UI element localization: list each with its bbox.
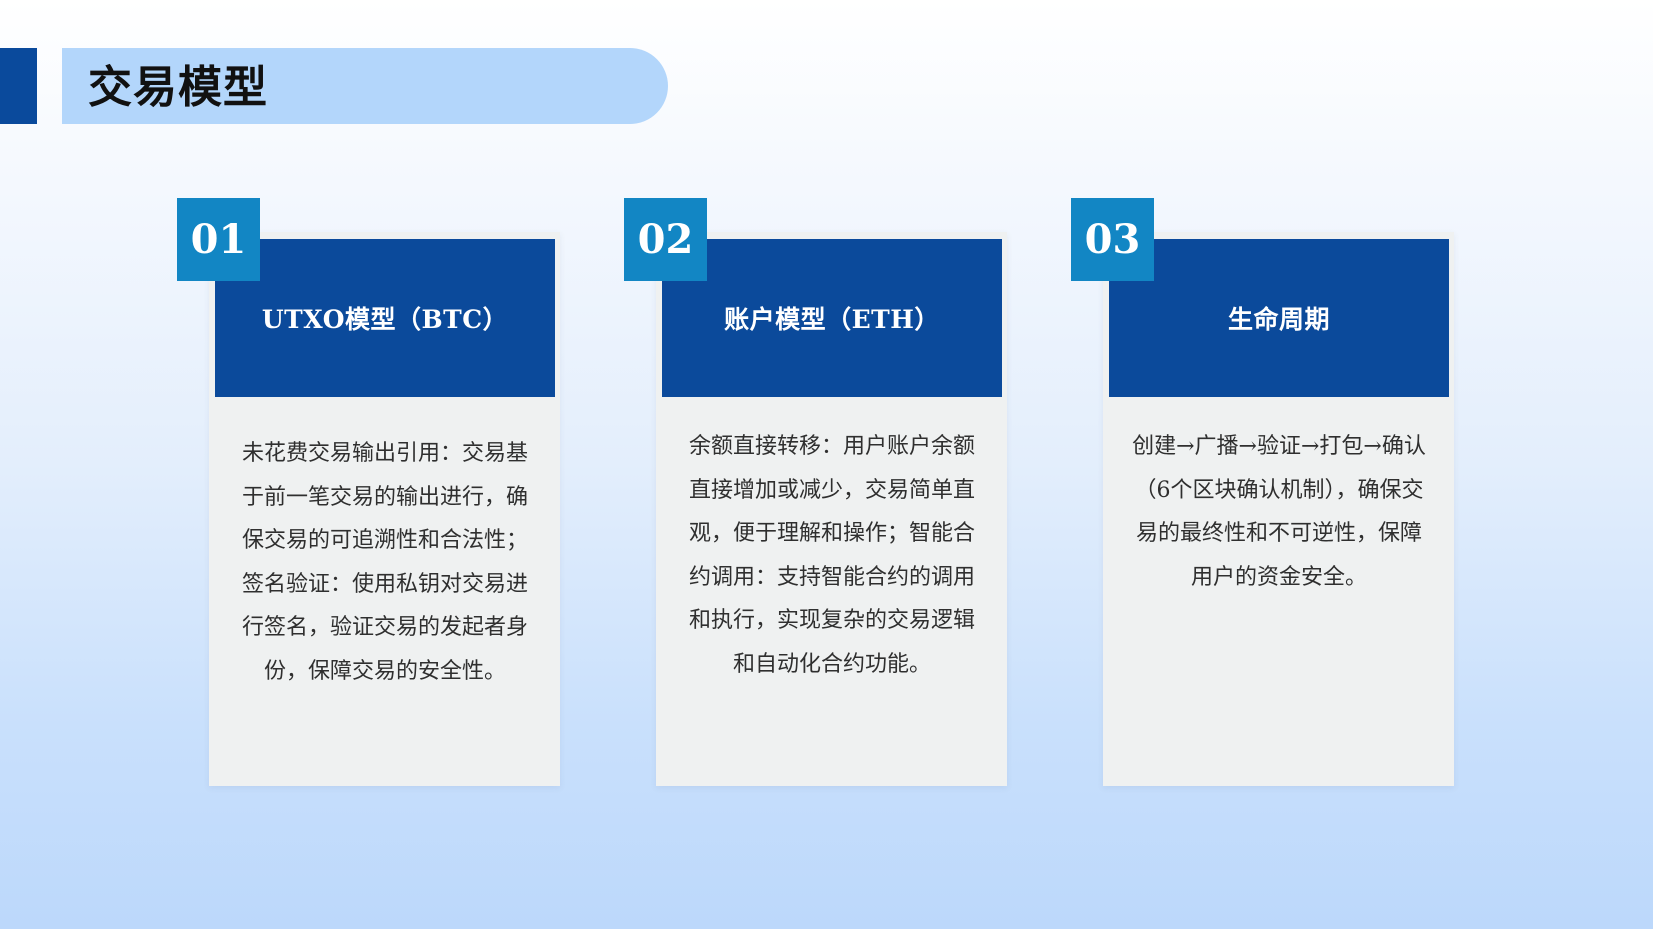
card-title: 账户模型（ETH） [724, 305, 940, 334]
card-number-badge: 02 [624, 198, 707, 281]
card-body-text: 余额直接转移：用户账户余额直接增加或减少，交易简单直观，便于理解和操作；智能合约… [688, 434, 975, 677]
card-number-badge: 03 [1071, 198, 1154, 281]
card-header: 生命周期 [1109, 239, 1449, 397]
card-account-model: 账户模型（ETH） 02 余额直接转移：用户账户余额直接增加或减少，交易简单直观… [624, 198, 1007, 786]
card-number-badge: 01 [177, 198, 260, 281]
card-header: 账户模型（ETH） [662, 239, 1002, 397]
card-utxo-model: UTXO模型（BTC） 01 未花费交易输出引用：交易基于前一笔交易的输出进行，… [177, 198, 560, 786]
title-accent-bar [0, 48, 37, 124]
card-title: UTXO模型（BTC） [261, 305, 509, 334]
card-header: UTXO模型（BTC） [215, 239, 555, 397]
card-body-text: 未花费交易输出引用：交易基于前一笔交易的输出进行，确保交易的可追溯性和合法性；签… [241, 441, 528, 684]
card-title: 生命周期 [1227, 305, 1330, 334]
card-lifecycle: 生命周期 03 创建→广播→验证→打包→确认（6个区块确认机制），确保交易的最终… [1071, 198, 1454, 786]
page-title: 交易模型 [88, 62, 268, 113]
card-body-text: 创建→广播→验证→打包→确认（6个区块确认机制），确保交易的最终性和不可逆性，保… [1132, 434, 1426, 590]
